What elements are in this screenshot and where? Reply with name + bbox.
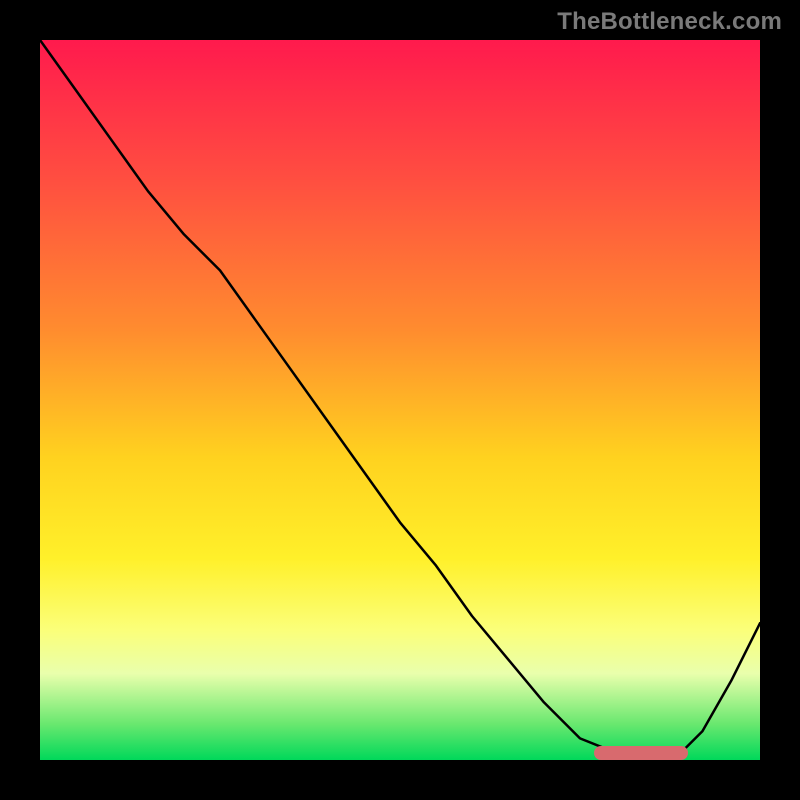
bottleneck-curve (40, 40, 760, 760)
optimal-range-marker (594, 746, 688, 760)
watermark-text: TheBottleneck.com (557, 8, 782, 36)
chart-frame: TheBottleneck.com (0, 0, 800, 800)
plot-area (40, 40, 760, 760)
curve-path (40, 40, 760, 760)
